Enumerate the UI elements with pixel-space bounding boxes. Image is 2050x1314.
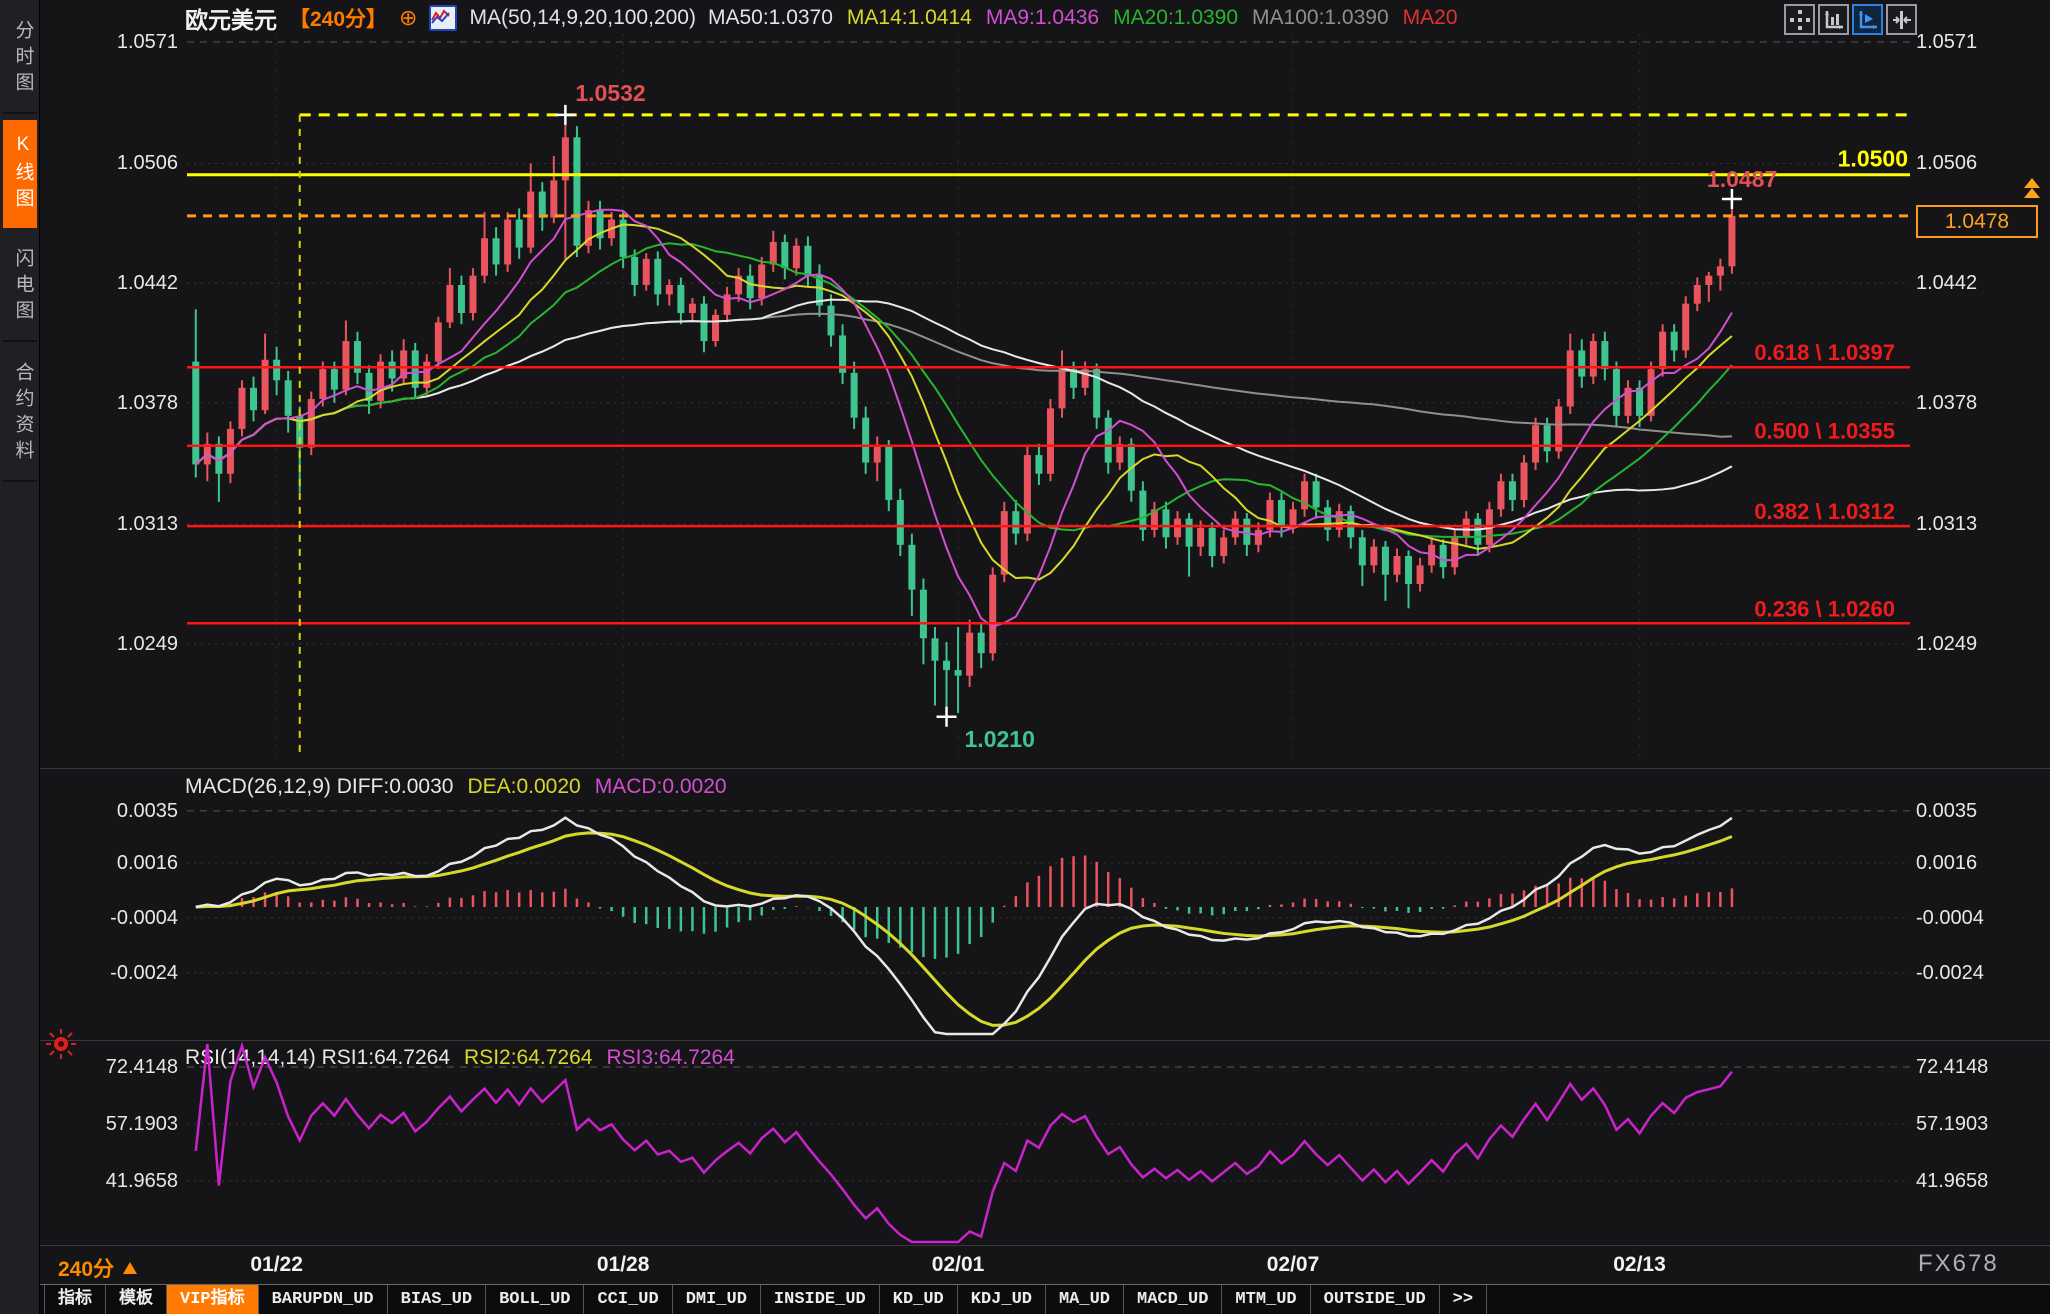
indicator-tab[interactable]: KD_UD	[880, 1285, 958, 1314]
indicator-tab[interactable]: BARUPDN_UD	[259, 1285, 388, 1314]
indicator-tab[interactable]: INSIDE_UD	[761, 1285, 880, 1314]
axis-tick: 57.1903	[40, 1112, 178, 1136]
axis-tick: 0.0035	[1916, 799, 2046, 823]
indicator-tab-bar: 指标模板VIP指标BARUPDN_UDBIAS_UDBOLL_UDCCI_UDD…	[40, 1284, 2050, 1314]
timeframe-selector[interactable]: 240分	[58, 1253, 138, 1283]
cross-marker	[937, 707, 957, 727]
fib-label: 0.382 \ 1.0312	[1754, 499, 1895, 524]
axis-tick: -0.0024	[1916, 961, 2046, 985]
price-annotation: 1.0487	[1707, 166, 1777, 192]
fib-label: 0.236 \ 1.0260	[1754, 596, 1895, 621]
sidebar-item[interactable]: 闪电图	[3, 234, 37, 342]
sidebar-item[interactable]: 合约资料	[3, 348, 37, 482]
indicator-tab[interactable]: >>	[1440, 1285, 1487, 1314]
indicator-tab[interactable]: OUTSIDE_UD	[1311, 1285, 1440, 1314]
diff-line	[196, 818, 1732, 1034]
price-annotation: 1.0532	[575, 80, 645, 106]
indicator-tab[interactable]: DMI_UD	[673, 1285, 761, 1314]
axis-tick: 1.0249	[1916, 632, 2046, 656]
sidebar-item[interactable]: 分时图	[3, 6, 37, 114]
axis-tick: 1.0571	[1916, 30, 2046, 54]
left-sidebar: 分时图 K线图闪电图合约资料	[0, 0, 40, 1314]
axis-tick: 1.0442	[40, 271, 178, 295]
ma-lines	[196, 210, 1732, 627]
date-label: 01/28	[573, 1253, 673, 1277]
indicator-tab[interactable]: MA_UD	[1046, 1285, 1124, 1314]
axis-tick: 72.4148	[40, 1055, 178, 1079]
candles	[192, 115, 1735, 717]
price-up-arrow-icon	[2020, 178, 2044, 204]
axis-tick: 1.0249	[40, 632, 178, 656]
axis-tick: -0.0004	[40, 906, 178, 930]
fib-label: 0.500 \ 1.0355	[1754, 419, 1895, 444]
indicator-tab[interactable]: MTM_UD	[1222, 1285, 1310, 1314]
indicator-tab[interactable]: 模板	[106, 1285, 167, 1314]
axis-tick: 72.4148	[1916, 1055, 2046, 1079]
indicator-tab[interactable]: BOLL_UD	[486, 1285, 584, 1314]
dea-line	[196, 833, 1732, 1025]
main-area: 欧元美元 【240分】 ⊕ MA(50,14,9,20,100,200) MA5…	[40, 0, 2050, 1314]
axis-tick: -0.0024	[40, 961, 178, 985]
indicator-tab[interactable]: 指标	[44, 1285, 106, 1314]
price-annotation: 1.0210	[965, 726, 1035, 752]
rsi-line	[196, 1044, 1732, 1242]
macd-panel[interactable]	[40, 768, 2050, 1040]
axis-tick: 0.0016	[40, 851, 178, 875]
axis-tick: 1.0378	[1916, 391, 2046, 415]
indicator-tab[interactable]: KDJ_UD	[958, 1285, 1046, 1314]
fib-label: 0.618 \ 1.0397	[1754, 340, 1895, 365]
axis-tick: 1.0506	[1916, 151, 2046, 175]
axis-tick: 1.0313	[40, 512, 178, 536]
axis-tick: 57.1903	[1916, 1112, 2046, 1136]
rsi-panel[interactable]	[40, 1040, 2050, 1245]
axis-tick: 1.0442	[1916, 271, 2046, 295]
cross-marker	[555, 105, 575, 125]
axis-tick: 0.0035	[40, 799, 178, 823]
axis-tick: 0.0016	[1916, 851, 2046, 875]
date-label: 02/13	[1590, 1253, 1690, 1277]
up-triangle-icon	[122, 1261, 138, 1275]
indicator-tab[interactable]: BIAS_UD	[388, 1285, 486, 1314]
date-label: 01/22	[227, 1253, 327, 1277]
axis-tick: 1.0378	[40, 391, 178, 415]
axis-tick: 1.0571	[40, 30, 178, 54]
axis-tick: 1.0313	[1916, 512, 2046, 536]
date-label: 02/01	[908, 1253, 1008, 1277]
indicator-tab[interactable]: CCI_UD	[584, 1285, 672, 1314]
axis-tick: 41.9658	[1916, 1169, 2046, 1193]
resistance-label: 1.0500	[1838, 146, 1908, 172]
time-axis: 240分 01/22 01/28 02/01 02/07 02/13 FX678	[40, 1246, 2050, 1284]
indicator-tab[interactable]: MACD_UD	[1124, 1285, 1222, 1314]
indicator-tab[interactable]: VIP指标	[167, 1285, 259, 1314]
axis-tick: -0.0004	[1916, 906, 2046, 930]
macd-histogram	[196, 856, 1732, 959]
main-chart[interactable]: 0.618 \ 1.0397 0.500 \ 1.0355 0.382 \ 1.03…	[40, 0, 2050, 768]
date-label: 02/07	[1243, 1253, 1343, 1277]
current-price-tag: 1.0478	[1916, 205, 2038, 238]
brand-watermark: FX678	[1918, 1250, 1999, 1278]
sidebar-item[interactable]: K线图	[3, 120, 37, 228]
axis-tick: 41.9658	[40, 1169, 178, 1193]
axis-tick: 1.0506	[40, 151, 178, 175]
